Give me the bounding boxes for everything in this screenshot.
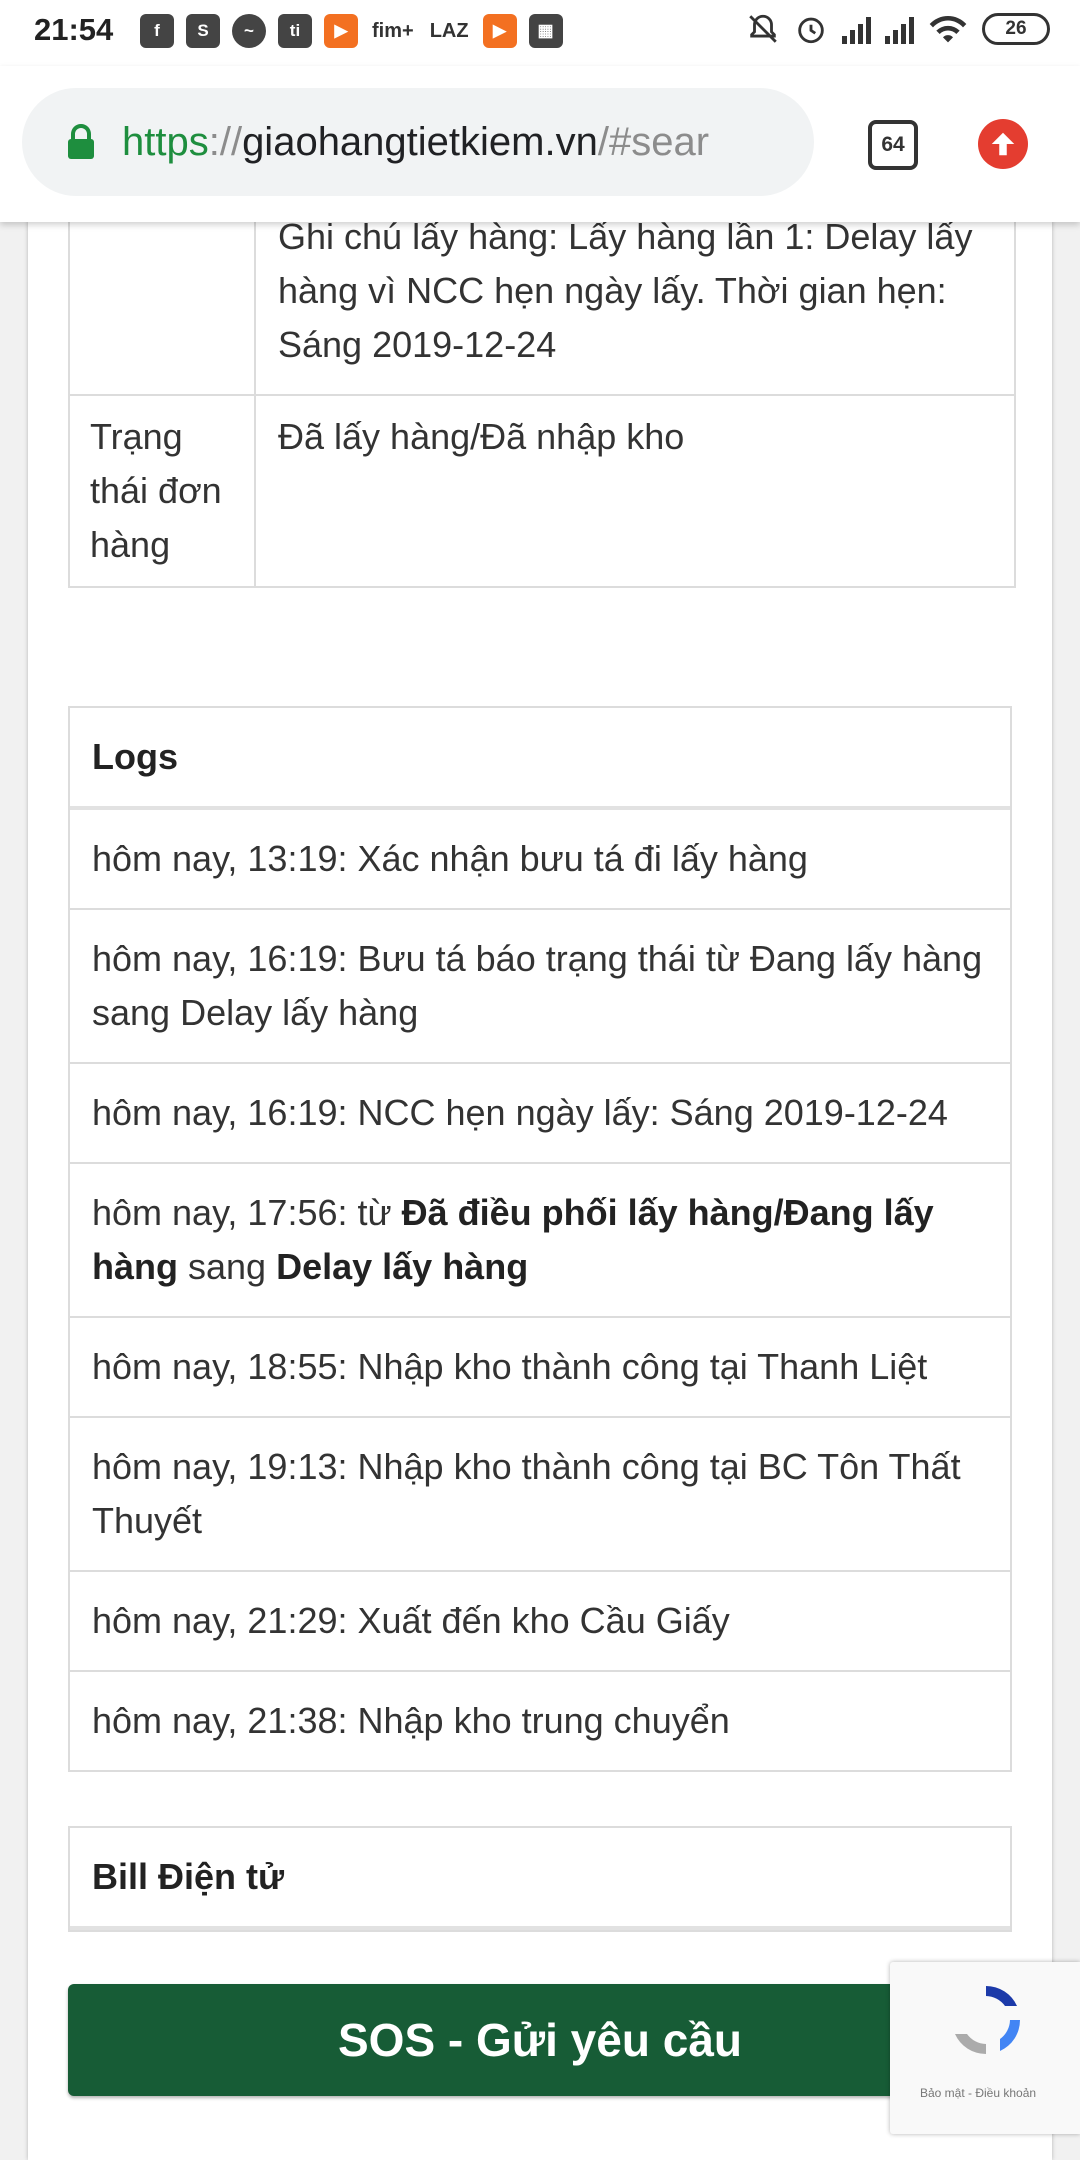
alarm-icon <box>798 17 824 44</box>
recaptcha-badge[interactable]: Bảo mật - Điều khoản <box>890 1962 1080 2134</box>
fim-icon: fim+ <box>372 19 414 42</box>
log-item: hôm nay, 19:13: Nhập kho thành công tại … <box>70 1418 1010 1572</box>
log-item: hôm nay, 16:19: NCC hẹn ngày lấy: Sáng 2… <box>70 1064 1010 1164</box>
note-label-cell <box>70 210 256 394</box>
system-icons: 26 <box>746 12 1050 46</box>
sos-request-button[interactable]: SOS - Gửi yêu cầu <box>68 1984 1012 2096</box>
table-row: Ghi chú lấy hàng: Lấy hàng lần 1: Delay … <box>70 210 1014 396</box>
lock-icon <box>68 124 94 159</box>
battery-icon: 26 <box>982 13 1050 45</box>
tiki-icon: ti <box>278 14 312 48</box>
log-item: hôm nay, 21:38: Nhập kho trung chuyển <box>92 1700 730 1741</box>
wifi-icon <box>929 15 967 43</box>
update-button[interactable] <box>978 119 1028 169</box>
bill-title: Bill Điện tử <box>70 1828 1010 1930</box>
log-item: hôm nay, 18:55: Nhập kho thành công tại … <box>70 1318 1010 1418</box>
messenger-icon: ~ <box>232 14 266 48</box>
log-item: hôm nay, 17:56: từ Đã điều phối lấy hàng… <box>70 1164 1010 1318</box>
signal-icon <box>842 14 871 44</box>
page-content: Ghi chú lấy hàng: Lấy hàng lần 1: Delay … <box>28 210 1052 2160</box>
log-item: hôm nay, 21:29: Xuất đến kho Cầu Giấy <box>70 1572 1010 1672</box>
recaptcha-icon <box>955 1986 1020 2054</box>
log-item: hôm nay, 16:19: Bưu tá báo trạng thái từ… <box>70 910 1010 1064</box>
notification-icons: f S ~ ti ▶ fim+ LAZ ▶ ▦ <box>140 14 563 48</box>
pickup-note-value: Ghi chú lấy hàng: Lấy hàng lần 1: Delay … <box>278 216 973 365</box>
play-icon: ▶ <box>324 14 358 48</box>
browser-toolbar: https://giaohangtietkiem.vn/#sear 64 <box>0 66 1080 222</box>
calendar-icon: ▦ <box>528 14 563 48</box>
address-bar[interactable]: https://giaohangtietkiem.vn/#sear <box>22 88 814 196</box>
table-row: Trạng thái đơn hàng Đã lấy hàng/Đã nhập … <box>70 396 1014 586</box>
tab-switcher-button[interactable]: 64 <box>868 120 918 170</box>
facebook-icon: f <box>140 14 174 48</box>
logs-panel: Logs hôm nay, 13:19: Xác nhận bưu tá đi … <box>68 706 1012 1772</box>
lazada-icon: LAZ <box>429 19 469 42</box>
arrow-up-icon <box>991 132 1015 156</box>
url-text: https://giaohangtietkiem.vn/#sear <box>122 119 710 164</box>
signal-icon <box>885 14 914 44</box>
play-icon: ▶ <box>482 14 517 48</box>
order-status-label: Trạng thái đơn hàng <box>70 396 256 586</box>
muted-bell-icon <box>749 14 777 43</box>
logs-title: Logs <box>70 708 1010 810</box>
order-info-table: Ghi chú lấy hàng: Lấy hàng lần 1: Delay … <box>68 210 1016 588</box>
bill-panel[interactable]: Bill Điện tử <box>68 1826 1012 1932</box>
order-status-value: Đã lấy hàng/Đã nhập kho <box>278 416 685 457</box>
shopee-icon: S <box>186 14 220 48</box>
log-item: hôm nay, 13:19: Xác nhận bưu tá đi lấy h… <box>70 810 1010 910</box>
status-time: 21:54 <box>34 12 114 47</box>
status-bar: 21:54 f S ~ ti ▶ fim+ LAZ ▶ ▦ 26 <box>0 0 1080 66</box>
recaptcha-links[interactable]: Bảo mật - Điều khoản <box>920 2086 1036 2100</box>
log-status-to: Delay lấy hàng <box>276 1246 529 1287</box>
